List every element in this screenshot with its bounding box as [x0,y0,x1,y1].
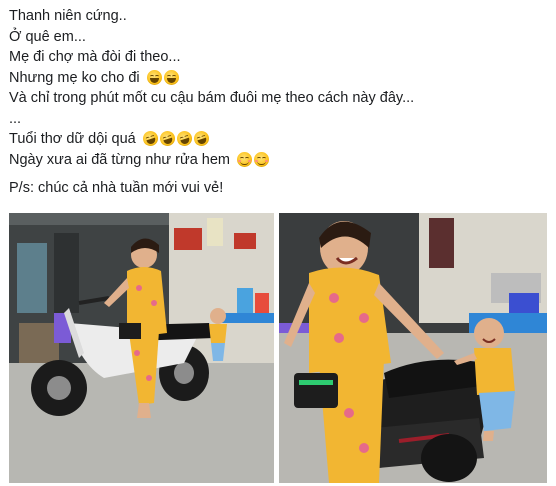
rofl-emoji-icon [191,129,211,148]
blush-emoji-group [237,151,271,167]
post-line-8: Ngày xưa ai đã từng như rửa hem [9,150,549,171]
photo-left[interactable] [9,213,274,483]
post-line-9: P/s: chúc cả nhà tuần mới vui vẻ! [9,180,224,196]
joy-emoji-icon [163,69,179,85]
scooter-scene-right-image [279,213,547,483]
facebook-post: Thanh niên cứng.. Ở quê em... Mẹ đi chợ … [0,0,556,486]
post-line-3: Mẹ đi chợ mà đòi đi theo... [9,49,181,65]
photo-gallery [9,213,547,483]
rofl-emoji-icon [140,129,160,148]
post-line-5: Và chỉ trong phút mốt cu cậu bám đuôi mẹ… [9,90,415,106]
photo-right[interactable] [279,213,547,483]
rofl-emoji-icon [157,129,177,148]
rofl-emoji-icon [174,129,194,148]
blush-emoji-icon [254,151,270,167]
joy-emoji-group [146,69,181,85]
post-line-7: Tuổi thơ dữ dội quá [9,129,549,150]
post-line-2: Ở quê em... [9,28,86,45]
blush-emoji-icon [237,151,253,167]
post-line-1: Thanh niên cứng.. [9,8,127,24]
scooter-scene-left-image [9,213,274,483]
rofl-emoji-group [140,129,211,148]
post-line-6: ... [9,110,22,127]
post-line-4: Nhưng mẹ ko cho đi [9,68,549,89]
joy-emoji-icon [146,69,162,85]
post-text: Thanh niên cứng.. Ở quê em... Mẹ đi chợ … [9,6,549,199]
